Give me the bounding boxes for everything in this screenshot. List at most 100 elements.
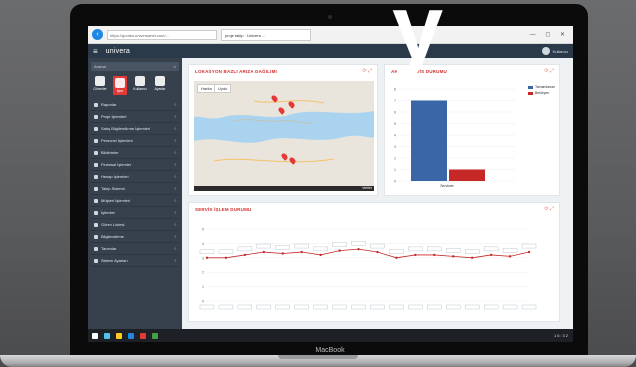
search-placeholder: Arama: [94, 64, 106, 69]
search-input[interactable]: Arama ⌕: [91, 62, 179, 71]
panel-tools-icon[interactable]: ⟳ ⤢: [544, 68, 554, 74]
hamburger-menu-icon[interactable]: ≡: [93, 47, 98, 56]
app-icon[interactable]: [152, 332, 158, 339]
data-point: [300, 250, 303, 254]
map-tab-satellite[interactable]: Uydu: [214, 84, 232, 93]
back-icon[interactable]: ‹: [92, 29, 103, 40]
window-controls[interactable]: — ◻ ✕: [530, 31, 569, 38]
sidebar-menu-item[interactable]: Proje İşlemleri ‹: [91, 111, 179, 123]
menu-item-label: Hesap İşlemleri: [101, 174, 129, 179]
y-tick-label: 4: [394, 134, 396, 138]
menu-item-label: Sistem Ayarları: [101, 258, 128, 263]
panel-tools-icon[interactable]: ⟳ ⤢: [362, 68, 372, 74]
sidebar-menu-item[interactable]: Görev Listesi ‹: [91, 219, 179, 231]
menu-item-icon: [94, 150, 98, 155]
app-icon[interactable]: [140, 332, 146, 339]
x-label-box: [521, 304, 537, 310]
quick-label: Ayarlar: [154, 87, 166, 91]
sidebar-menu-item[interactable]: Bildirimler ‹: [91, 147, 179, 159]
data-point: [376, 250, 379, 254]
sidebar-menu-item[interactable]: Hesap İşlemleri ‹: [91, 171, 179, 183]
x-tick-label: Servisler: [440, 184, 454, 188]
data-label-box: [370, 243, 385, 249]
legend-swatch: [527, 85, 533, 89]
panel-tools-icon[interactable]: ⟳ ⤢: [544, 206, 554, 212]
menu-item-label: Tanımlar: [101, 246, 117, 251]
data-point: [205, 256, 209, 259]
menu-item-label: Satış Bilgilendirme İşlemleri: [101, 126, 151, 131]
sidebar-menu-item[interactable]: Personel İşlemleri ‹: [91, 135, 179, 147]
trend-line-chart: 5 4 3 2 1 0: [199, 228, 537, 310]
sidebar-menu-item[interactable]: Talep Sistemi ‹: [91, 183, 179, 195]
data-label-box: [275, 245, 290, 250]
chevron-left-icon: ‹: [174, 185, 176, 192]
folder-icon[interactable]: [116, 332, 122, 339]
data-point: [243, 253, 247, 257]
menu-item-label: Proje İşlemleri: [101, 114, 127, 119]
map-attribution: Veriler: [362, 186, 372, 190]
x-label-box: [427, 304, 442, 310]
y-tick-label: 1: [202, 285, 204, 289]
data-label-box: [237, 246, 253, 252]
data-label-box: [313, 246, 328, 252]
data-point: [433, 253, 436, 257]
app-body: Arama ⌕ Görevler İşler Kullanıcı Ayarlar…: [88, 58, 573, 329]
x-label-box: [237, 304, 253, 310]
sidebar-menu-item[interactable]: Bilgilendirme ‹: [91, 231, 179, 243]
x-label-box: [483, 304, 499, 310]
x-label-box: [332, 304, 347, 310]
search-icon[interactable]: [104, 332, 110, 339]
menu-item-icon: [94, 174, 98, 179]
sidebar-menu-item[interactable]: Satış Bilgilendirme İşlemleri ‹: [91, 123, 179, 135]
address-bar[interactable]: https://quotes.universanet.com/...: [107, 29, 217, 40]
quick-user[interactable]: Kullanıcı: [133, 76, 147, 95]
chevron-left-icon: ‹: [174, 161, 176, 168]
menu-item-icon: [94, 126, 98, 131]
menu-item-icon: [94, 246, 98, 251]
search-icon: ⌕: [173, 64, 176, 69]
data-point: [262, 250, 266, 254]
laptop-notch: [278, 355, 358, 359]
panel-title: LOKASYON BAZLI ARIZA DAĞILIMI: [195, 69, 277, 74]
sidebar-menu-item[interactable]: Sistem Ayarları ‹: [91, 255, 179, 267]
data-label-box: [332, 242, 347, 247]
bar: [449, 169, 485, 181]
sidebar-menu-item[interactable]: Raporlar ‹: [91, 99, 179, 111]
quick-label: Kullanıcı: [133, 87, 147, 91]
camera-icon: [328, 15, 332, 19]
menu-item-label: Bilgilendirme: [101, 234, 124, 239]
sidebar-menu-item[interactable]: Finansal İşlemler ‹: [91, 159, 179, 171]
browser-icon[interactable]: [128, 332, 134, 339]
menu-item-icon: [94, 162, 98, 167]
menu-item-label: Talep Sistemi: [101, 186, 125, 191]
x-label-box: [218, 304, 234, 310]
menu-item-label: Bildirimler: [101, 150, 119, 155]
menu-item-icon: [94, 258, 98, 263]
user-menu[interactable]: Kullanıcı: [541, 47, 568, 55]
chevron-left-icon: ‹: [174, 245, 176, 252]
settings-icon: [155, 76, 165, 86]
chevron-left-icon: ‹: [174, 257, 176, 264]
quick-tasks[interactable]: Görevler: [93, 76, 107, 95]
taskbar-clock: 16:32: [553, 333, 569, 338]
data-point: [470, 256, 474, 259]
y-tick-label: 3: [202, 256, 204, 260]
legend-label: Tamamlanan: [534, 85, 555, 89]
sidebar-menu-item[interactable]: Müşteri İşlemleri ‹: [91, 195, 179, 207]
data-point: [338, 249, 341, 252]
sidebar-menu-item[interactable]: İşlemler ‹: [91, 207, 179, 219]
windows-start-icon[interactable]: [92, 332, 98, 339]
map-graphic: [194, 81, 374, 191]
sidebar-menu-item[interactable]: Tanımlar ‹: [91, 243, 179, 255]
map-tab-map[interactable]: Harita: [197, 84, 216, 93]
chart-legend: Tamamlanan Bekleyen: [527, 85, 555, 97]
quick-jobs[interactable]: İşler: [113, 76, 127, 95]
map-view[interactable]: Harita Uydu Veriler: [194, 81, 374, 191]
x-label-box: [502, 304, 518, 310]
menu-item-label: Görev Listesi: [101, 222, 125, 227]
browser-tab[interactable]: proje takip · Univera ...: [221, 28, 311, 41]
menu-item-label: İşlemler: [101, 210, 116, 215]
menu-item-label: Raporlar: [101, 102, 117, 107]
data-label-box: [427, 246, 442, 252]
quick-settings[interactable]: Ayarlar: [153, 76, 167, 95]
